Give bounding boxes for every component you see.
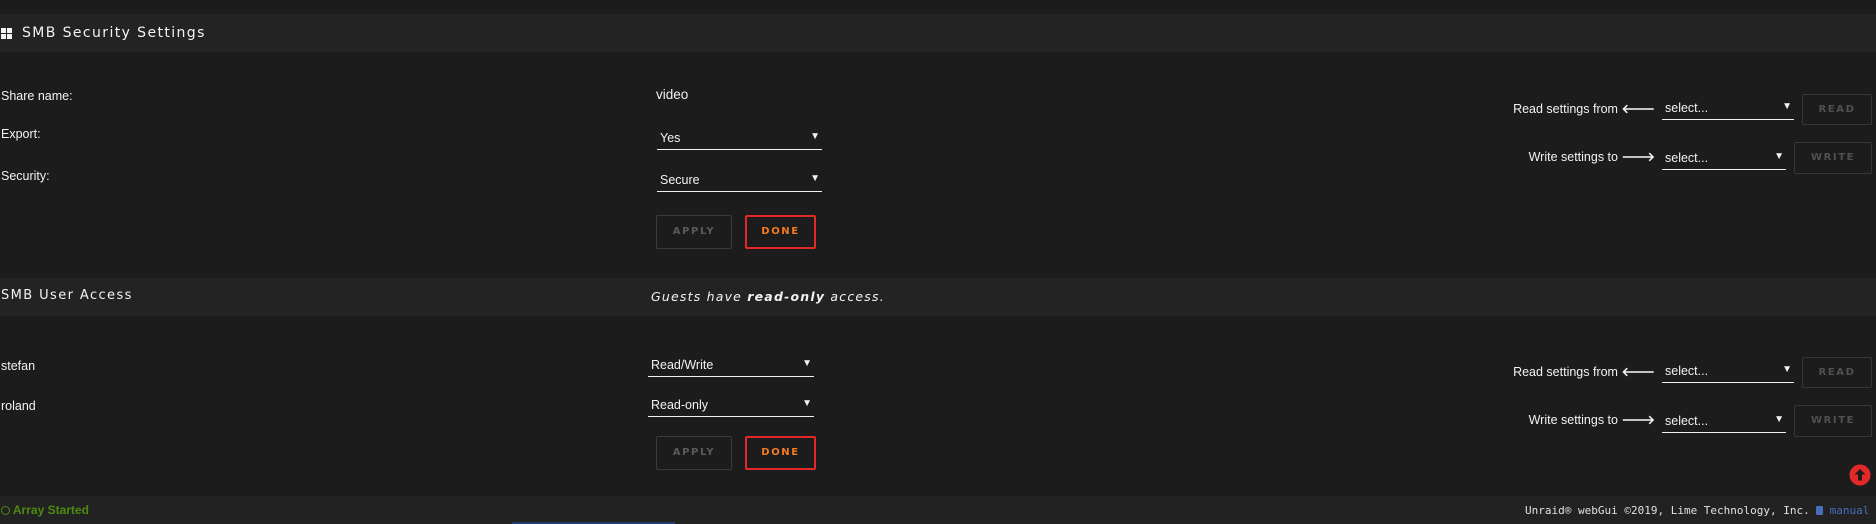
apply-button[interactable]: APPLY — [656, 436, 732, 470]
caret-down-icon: ▼ — [1782, 364, 1792, 375]
caret-down-icon: ▼ — [802, 358, 812, 369]
apply-button[interactable]: APPLY — [656, 215, 732, 249]
export-select-value: Yes — [660, 131, 681, 145]
security-label: Security: — [1, 169, 50, 183]
smb-user-access-title: SMB User Access — [1, 288, 133, 303]
caret-down-icon: ▼ — [802, 398, 812, 409]
share-name-label: Share name: — [1, 89, 73, 103]
write-button[interactable]: WRITE — [1794, 405, 1872, 437]
caret-down-icon: ▼ — [1774, 414, 1784, 425]
arrow-right-icon: 🡒 — [1621, 150, 1655, 164]
export-label: Export: — [1, 127, 41, 141]
arrow-up-circle-icon — [1849, 464, 1871, 486]
user-name: roland — [1, 399, 36, 413]
arrow-right-icon: 🡒 — [1621, 413, 1655, 427]
windows-icon — [1, 27, 12, 39]
footer: Array Started Unraid® webGui ©2019, Lime… — [0, 496, 1876, 524]
arrow-left-icon: 🡐 — [1621, 365, 1655, 379]
read-settings-select[interactable]: select... ▼ — [1662, 98, 1794, 120]
done-button[interactable]: DONE — [745, 215, 816, 249]
manual-link[interactable]: manual — [1816, 504, 1869, 517]
arrow-left-icon: 🡐 — [1621, 102, 1655, 116]
array-status: Array Started — [1, 503, 89, 517]
read-settings-select[interactable]: select... ▼ — [1662, 361, 1794, 383]
smb-security-header: SMB Security Settings — [0, 14, 1876, 52]
read-button[interactable]: READ — [1802, 94, 1872, 125]
book-icon — [1816, 506, 1823, 515]
export-select[interactable]: Yes ▼ — [657, 128, 822, 150]
write-button[interactable]: WRITE — [1794, 142, 1872, 174]
write-settings-select-value: select... — [1665, 414, 1709, 428]
write-settings-to-label: Write settings to 🡒 — [1528, 150, 1655, 164]
read-settings-select-value: select... — [1665, 101, 1709, 115]
write-settings-select[interactable]: select... ▼ — [1662, 411, 1786, 433]
caret-down-icon: ▼ — [1774, 151, 1784, 162]
user-access-select[interactable]: Read/Write ▼ — [648, 355, 814, 377]
smb-user-access-header: SMB User Access Guests have read-only ac… — [0, 278, 1876, 316]
read-settings-from-label: Read settings from 🡐 — [1513, 365, 1655, 379]
caret-down-icon: ▼ — [810, 173, 820, 184]
read-settings-select-value: select... — [1665, 364, 1709, 378]
security-select[interactable]: Secure ▼ — [657, 170, 822, 192]
guest-access-note: Guests have read-only access. — [651, 289, 885, 304]
share-name-value: video — [656, 87, 689, 102]
user-access-select-value: Read/Write — [651, 358, 714, 372]
done-button[interactable]: DONE — [745, 436, 816, 470]
status-circle-icon — [1, 506, 10, 515]
read-settings-from-label: Read settings from 🡐 — [1513, 102, 1655, 116]
caret-down-icon: ▼ — [1782, 101, 1792, 112]
smb-security-title: SMB Security Settings — [22, 25, 206, 41]
user-access-select[interactable]: Read-only ▼ — [648, 395, 814, 417]
scroll-to-top-button[interactable] — [1849, 464, 1871, 486]
write-settings-select-value: select... — [1665, 151, 1709, 165]
caret-down-icon: ▼ — [810, 131, 820, 142]
read-button[interactable]: READ — [1802, 357, 1872, 388]
copyright-text: Unraid® webGui ©2019, Lime Technology, I… — [1525, 504, 1810, 517]
write-settings-to-label: Write settings to 🡒 — [1528, 413, 1655, 427]
write-settings-select[interactable]: select... ▼ — [1662, 148, 1786, 170]
user-access-select-value: Read-only — [651, 398, 708, 412]
user-name: stefan — [1, 359, 36, 373]
security-select-value: Secure — [660, 173, 700, 187]
